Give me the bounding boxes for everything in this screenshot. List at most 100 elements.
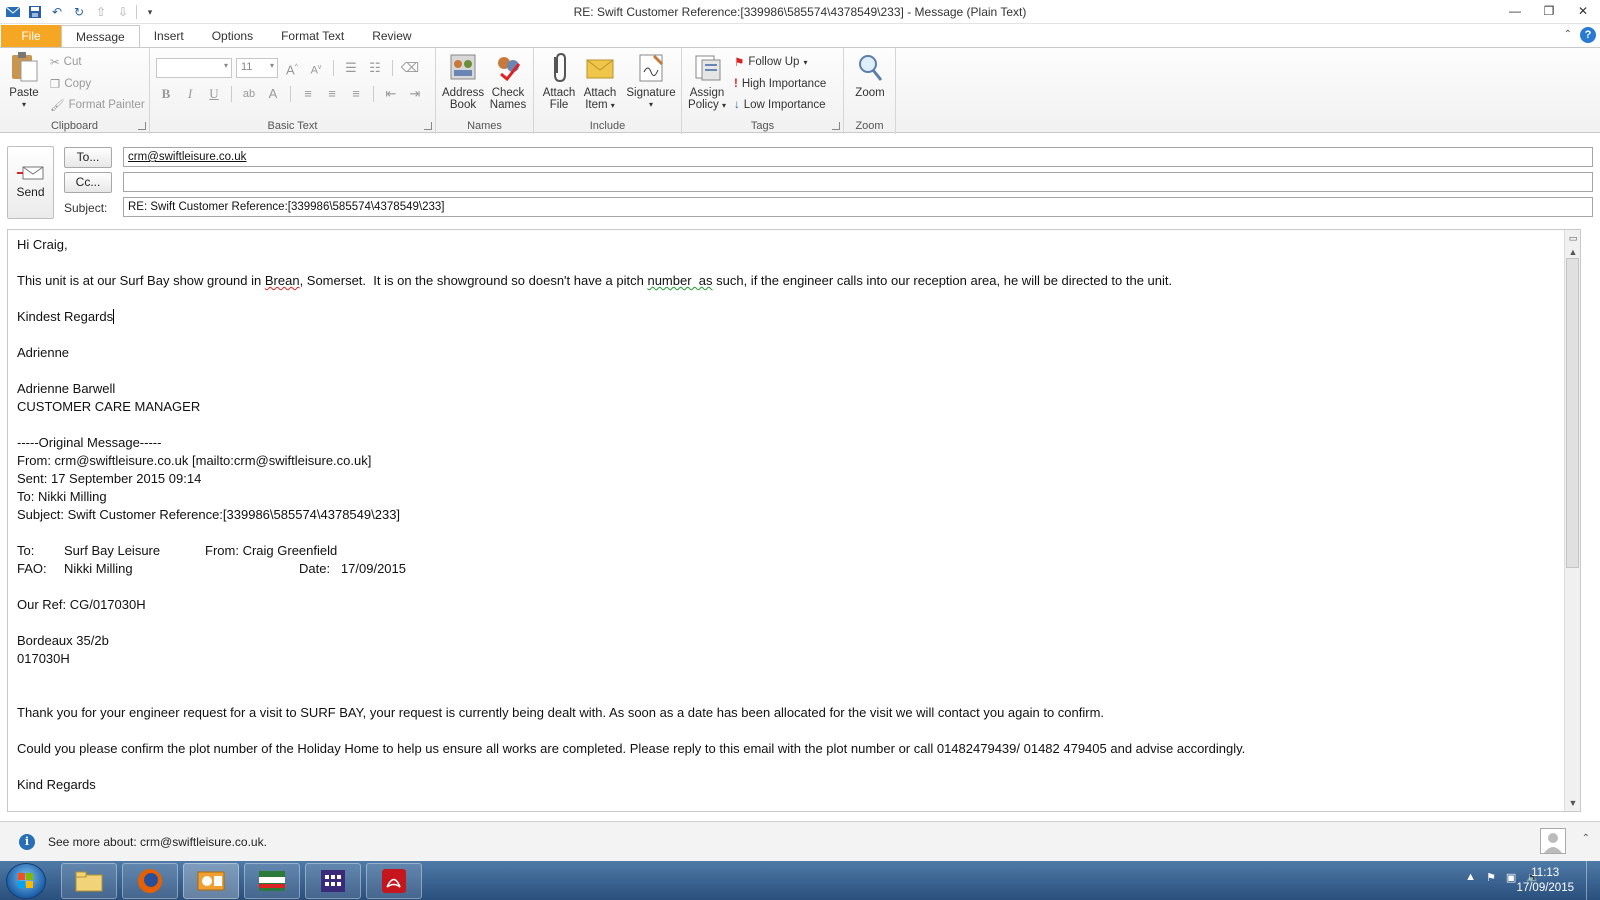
scroll-down-icon[interactable]: ▼ [1565,795,1581,811]
avatar[interactable] [1540,828,1566,854]
bullets-icon[interactable]: ☰ [341,58,361,78]
clear-formatting-icon[interactable]: ⌫ [400,58,420,78]
copy-icon: ❐ [50,79,61,91]
italic-icon[interactable]: I [180,84,200,104]
follow-up-button[interactable]: ⚑ Follow Up ▾ [734,52,807,72]
network-icon[interactable]: ▣ [1506,871,1516,884]
send-button[interactable]: Send [7,146,54,219]
include-label: Include [589,120,626,132]
increase-indent-icon[interactable]: ⇥ [405,84,425,104]
minimize-ribbon-icon[interactable]: ⌃ [1564,27,1572,43]
tab-message[interactable]: Message [61,25,140,47]
check-names-button[interactable]: Check Names [488,51,528,111]
taskbar-adobe-reader[interactable] [366,863,422,899]
spelling-error-brean[interactable]: Brean [265,273,300,288]
closing-text: Kindest Regards [17,309,115,324]
font-color-icon[interactable]: A [263,84,283,104]
address-book-label-2: Book [449,99,477,111]
taskbar-calculator-app[interactable] [305,863,361,899]
underline-icon[interactable]: U [204,84,224,104]
tab-review[interactable]: Review [358,25,425,47]
subject-label: Subject: [64,201,108,215]
signature-name: Adrienne Barwell [17,381,116,396]
align-left-icon[interactable]: ≡ [298,84,318,104]
start-button[interactable] [6,863,46,899]
grammar-error-number[interactable]: number as [647,273,712,288]
close-button[interactable]: ✕ [1566,0,1600,22]
address-book-icon [447,51,479,83]
address-book-button[interactable]: Address Book [442,51,484,111]
tab-insert[interactable]: Insert [140,25,198,47]
basic-text-launcher-icon[interactable] [424,122,432,130]
restore-button[interactable]: ❐ [1532,0,1566,22]
ribbon-tabs: File Message Insert Options Format Text … [0,24,1600,47]
taskbar-firefox[interactable] [122,863,178,899]
adobe-reader-icon [382,869,406,893]
exclamation-icon: ! [734,78,738,90]
show-desktop-button[interactable] [1586,861,1600,900]
shrink-font-icon[interactable]: Av [306,58,326,78]
attach-item-button[interactable]: Attach Item ▾ [580,51,620,112]
expand-people-pane-icon[interactable]: ⌃ [1582,833,1590,844]
format-painter-button[interactable]: 🖌 Format Painter [50,95,145,115]
include-group: Attach File Attach Item ▾ Signature ▾ In… [534,48,682,134]
taskbar-sage[interactable] [244,863,300,899]
taskbar-outlook[interactable] [183,863,239,899]
tab-file[interactable]: File [1,25,61,47]
align-right-icon[interactable]: ≡ [346,84,366,104]
zoom-button[interactable]: Zoom [850,51,890,99]
separator [231,86,232,102]
cc-button[interactable]: Cc... [64,172,112,193]
window-title: RE: Swift Customer Reference:[339986\585… [573,5,1027,19]
to-button[interactable]: To... [64,147,112,168]
action-center-flag-icon[interactable]: ⚑ [1486,871,1496,884]
paste-dropdown-icon: ▾ [21,100,26,109]
our-ref: Our Ref: CG/017030H [17,597,146,612]
decrease-indent-icon[interactable]: ⇤ [381,84,401,104]
greeting: Hi Craig, [17,237,68,252]
high-importance-button[interactable]: ! High Importance [734,74,826,94]
tray-expand-icon[interactable]: ▲ [1465,871,1476,884]
highlight-icon[interactable]: ab [239,84,259,104]
check-names-icon [492,51,524,83]
signature-button[interactable]: Signature ▾ [624,51,678,111]
see-more-text[interactable]: See more about: crm@swiftleisure.co.uk. [48,835,267,849]
fao-row: FAO: Nikki Milling Date: 17/09/2015 [17,561,406,576]
message-body[interactable]: Hi Craig, This unit is at our Surf Bay s… [7,229,1581,812]
paste-button[interactable]: Paste ▾ [6,51,42,111]
tab-format-text[interactable]: Format Text [267,25,358,47]
ref-code: 017030H [17,651,70,666]
signature-title: CUSTOMER CARE MANAGER [17,399,201,414]
subject-field[interactable]: RE: Swift Customer Reference:[339986\585… [123,197,1593,217]
tab-options[interactable]: Options [198,25,267,47]
font-name-select[interactable]: ▾ [156,58,232,78]
low-importance-button[interactable]: ↓ Low Importance [734,95,826,115]
separator [333,60,334,76]
sage-icon [259,871,285,891]
message-body-text[interactable]: Hi Craig, This unit is at our Surf Bay s… [17,236,1547,794]
cc-field[interactable] [123,172,1593,192]
tags-launcher-icon[interactable] [832,122,840,130]
send-icon [16,165,45,181]
clipboard-launcher-icon[interactable] [138,122,146,130]
cut-button[interactable]: ✂ Cut [50,52,82,72]
scroll-thumb[interactable] [1566,258,1579,568]
assign-policy-button[interactable]: Assign Policy ▾ [686,51,728,112]
help-icon[interactable]: ? [1580,27,1596,43]
align-center-icon[interactable]: ≡ [322,84,342,104]
to-recipient[interactable]: crm@swiftleisure.co.uk [128,151,246,163]
separator [373,86,374,102]
assign-policy-label-1: Assign [689,87,725,99]
attach-file-button[interactable]: Attach File [540,51,578,111]
vertical-scrollbar[interactable]: ▭ ▲ ▼ [1564,230,1580,811]
font-size-select[interactable]: 11 ▾ [236,58,278,78]
minimize-button[interactable]: — [1498,0,1532,22]
copy-button[interactable]: ❐ Copy [50,74,91,94]
clock[interactable]: 11:13 17/09/2015 [1516,866,1574,896]
grow-font-icon[interactable]: A^ [282,58,302,78]
basic-text-group: ▾ 11 ▾ A^ Av ☰ ☷ ⌫ B I U ab A ≡ ≡ ≡ ⇤ ⇥ B… [150,48,436,134]
taskbar-explorer[interactable] [61,863,117,899]
to-field[interactable]: crm@swiftleisure.co.uk [123,147,1593,167]
bold-icon[interactable]: B [156,84,176,104]
numbering-icon[interactable]: ☷ [365,58,385,78]
